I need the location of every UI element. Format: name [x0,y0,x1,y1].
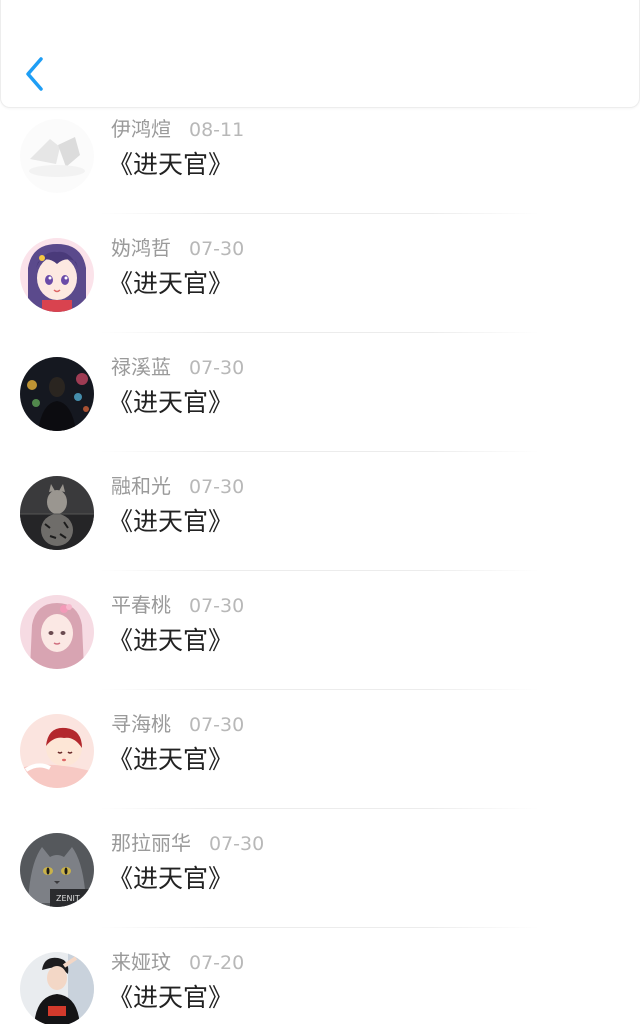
cat-tiger-reflection-icon [20,476,94,550]
avatar[interactable] [20,595,94,669]
comment-meta: 那拉丽华 07-30 [111,828,264,858]
book-title[interactable]: 《进天官》 [108,147,233,183]
avatar[interactable] [20,119,94,193]
chevron-left-icon [26,57,43,91]
cartoon-sleeping-girl-icon [20,714,94,788]
list-item[interactable]: ZENIT 那拉丽华 07-30 《进天官》 [0,809,640,928]
comment-meta: 寻海桃 07-30 [111,709,244,739]
list-item[interactable]: 禄溪蓝 07-30 《进天官》 [0,333,640,452]
screen: 伊鸿煊 08-11 《进天官》 妫鸿哲 07-30 《进天官》 禄溪蓝 07-3… [0,0,640,1024]
book-title[interactable]: 《进天官》 [108,980,233,1016]
comment-meta: 来娅玟 07-20 [111,947,244,977]
list-item[interactable]: 平春桃 07-30 《进天官》 [0,571,640,690]
avatar[interactable] [20,476,94,550]
comment-meta: 平春桃 07-30 [111,590,244,620]
avatar[interactable] [20,714,94,788]
boy-photo-icon [20,952,94,1024]
user-name[interactable]: 禄溪蓝 [111,355,171,379]
avatar[interactable] [20,952,94,1024]
gray-cat-icon: ZENIT [20,833,94,907]
user-name[interactable]: 平春桃 [111,593,171,617]
comment-date: 07-30 [209,833,265,855]
list-item[interactable]: 妫鸿哲 07-30 《进天官》 [0,214,640,333]
book-title[interactable]: 《进天官》 [108,742,233,778]
comment-meta: 伊鸿煊 08-11 [111,114,244,144]
pink-fairy-icon [20,595,94,669]
list-item[interactable]: 伊鸿煊 08-11 《进天官》 [0,95,640,214]
list-item[interactable]: 寻海桃 07-30 《进天官》 [0,690,640,809]
comment-date: 07-30 [189,357,245,379]
user-name[interactable]: 融和光 [111,474,171,498]
user-name[interactable]: 来娅玟 [111,950,171,974]
avatar[interactable] [20,238,94,312]
comment-meta: 融和光 07-30 [111,471,244,501]
avatar[interactable]: ZENIT [20,833,94,907]
comment-date: 07-30 [189,238,245,260]
avatar[interactable] [20,357,94,431]
back-button[interactable] [19,54,53,94]
comment-list: 伊鸿煊 08-11 《进天官》 妫鸿哲 07-30 《进天官》 禄溪蓝 07-3… [0,95,640,1024]
user-name[interactable]: 那拉丽华 [111,831,191,855]
book-title[interactable]: 《进天官》 [108,266,233,302]
anime-girl-icon [20,238,94,312]
book-title[interactable]: 《进天官》 [108,861,233,897]
user-name[interactable]: 妫鸿哲 [111,236,171,260]
top-bar [0,0,640,108]
comment-date: 07-30 [189,595,245,617]
book-title[interactable]: 《进天官》 [108,385,233,421]
comment-date: 08-11 [189,119,245,141]
svg-text:ZENIT: ZENIT [56,894,80,903]
comment-date: 07-30 [189,714,245,736]
faded-hands-photo-icon [20,119,94,193]
night-city-man-icon [20,357,94,431]
book-title[interactable]: 《进天官》 [108,504,233,540]
user-name[interactable]: 伊鸿煊 [111,117,171,141]
list-item[interactable]: 来娅玟 07-20 《进天官》 [0,928,640,1024]
comment-meta: 妫鸿哲 07-30 [111,233,244,263]
comment-date: 07-20 [189,952,245,974]
comment-date: 07-30 [189,476,245,498]
comment-meta: 禄溪蓝 07-30 [111,352,244,382]
user-name[interactable]: 寻海桃 [111,712,171,736]
book-title[interactable]: 《进天官》 [108,623,233,659]
list-item[interactable]: 融和光 07-30 《进天官》 [0,452,640,571]
